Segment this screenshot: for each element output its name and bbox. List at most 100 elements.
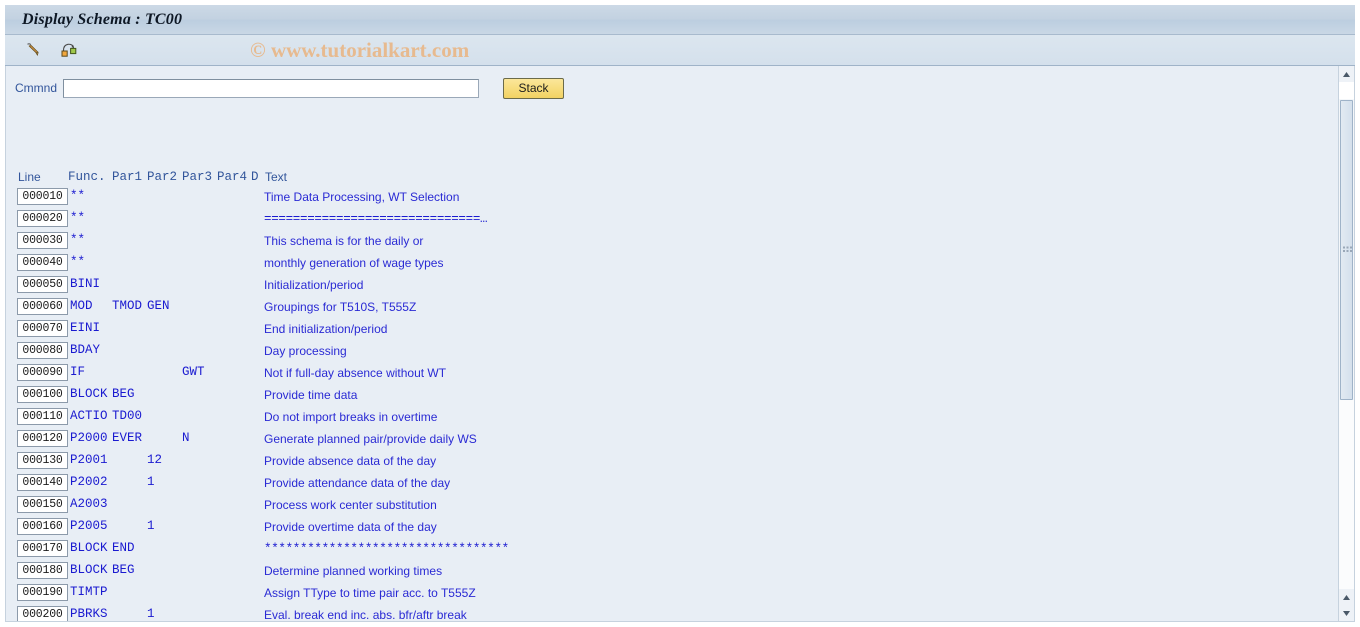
cell-text[interactable]: ==============================… <box>264 212 488 227</box>
command-input[interactable] <box>63 78 479 98</box>
cell-text[interactable]: Eval. break end inc. abs. bfr/aftr break <box>264 608 467 621</box>
cell-par3[interactable]: GWT <box>182 365 205 380</box>
scrollbar-track-lower[interactable] <box>1339 400 1354 589</box>
cell-text[interactable]: Provide time data <box>264 388 357 403</box>
cell-func[interactable]: P2001 <box>70 453 108 468</box>
table-row: P2001 12 Provide absence data of the day <box>6 452 1306 474</box>
cell-func[interactable]: P2005 <box>70 519 108 534</box>
pencil-icon[interactable] <box>21 38 45 62</box>
cell-func[interactable]: BLOCK <box>70 541 108 556</box>
table-row: TIMTP Assign TType to time pair acc. to T… <box>6 584 1306 606</box>
line-number-field[interactable] <box>17 562 68 579</box>
grip-dots-icon <box>1343 246 1352 252</box>
cell-text[interactable]: End initialization/period <box>264 322 387 337</box>
triangle-up-icon <box>1343 594 1350 600</box>
line-number-field[interactable] <box>17 452 68 469</box>
cell-text[interactable]: Not if full-day absence without WT <box>264 366 446 381</box>
cell-par3[interactable]: N <box>182 431 190 446</box>
cell-par2[interactable]: 1 <box>147 607 155 621</box>
cell-text[interactable]: Time Data Processing, WT Selection <box>264 190 459 205</box>
column-header-text: Text <box>265 170 288 184</box>
cell-par1[interactable]: BEG <box>112 387 135 402</box>
cell-par2[interactable]: 1 <box>147 519 155 534</box>
cell-text[interactable]: Groupings for T510S, T555Z <box>264 300 416 315</box>
cell-func[interactable]: ** <box>70 233 85 248</box>
line-number-field[interactable] <box>17 474 68 491</box>
line-number-field[interactable] <box>17 496 68 513</box>
cell-func[interactable]: PBRKS <box>70 607 108 621</box>
cell-text[interactable]: This schema is for the daily or <box>264 234 423 249</box>
line-number-field[interactable] <box>17 386 68 403</box>
cell-text[interactable]: Process work center substitution <box>264 498 437 513</box>
cell-func[interactable]: BINI <box>70 277 100 292</box>
cell-func[interactable]: BDAY <box>70 343 100 358</box>
cell-par1[interactable]: BEG <box>112 563 135 578</box>
cell-text[interactable]: Assign TType to time pair acc. to T555Z <box>264 586 476 601</box>
column-header-func: Func. <box>68 170 106 184</box>
line-number-field[interactable] <box>17 606 68 621</box>
cell-func[interactable]: ** <box>70 211 85 226</box>
cell-par1[interactable]: TMOD <box>112 299 142 314</box>
table-row: P2002 1 Provide attendance data of the day <box>6 474 1306 496</box>
column-header-par2: Par2 <box>147 170 178 184</box>
scroll-up-button-bottom[interactable] <box>1339 589 1354 605</box>
cell-text[interactable]: Generate planned pair/provide daily WS <box>264 432 477 447</box>
cell-func[interactable]: A2003 <box>70 497 108 512</box>
cell-func[interactable]: MOD <box>70 299 93 314</box>
cell-text[interactable]: Provide attendance data of the day <box>264 476 450 491</box>
stack-button[interactable]: Stack <box>503 77 564 99</box>
table-row: BDAY Day processing <box>6 342 1306 364</box>
triangle-down-icon <box>1343 610 1350 616</box>
scrollbar-thumb[interactable] <box>1340 100 1353 400</box>
table-row: ** Time Data Processing, WT Selection <box>6 188 1306 210</box>
column-header-par1: Par1 <box>112 170 143 184</box>
cell-text[interactable]: Provide overtime data of the day <box>264 520 437 535</box>
line-number-field[interactable] <box>17 320 68 337</box>
line-number-field[interactable] <box>17 584 68 601</box>
cell-par2[interactable]: GEN <box>147 299 170 314</box>
line-number-field[interactable] <box>17 342 68 359</box>
cell-par1[interactable]: EVER <box>112 431 142 446</box>
column-header-par4: Par4 <box>217 170 248 184</box>
cell-text[interactable]: Provide absence data of the day <box>264 454 436 469</box>
cell-par1[interactable]: TD00 <box>112 409 142 424</box>
cell-func[interactable]: ** <box>70 189 85 204</box>
line-number-field[interactable] <box>17 210 68 227</box>
cell-par2[interactable]: 1 <box>147 475 155 490</box>
cell-func[interactable]: P2000 <box>70 431 108 446</box>
cell-text[interactable]: ********************************** <box>264 542 509 557</box>
line-number-field[interactable] <box>17 518 68 535</box>
cell-func[interactable]: IF <box>70 365 85 380</box>
line-number-field[interactable] <box>17 430 68 447</box>
cell-par2[interactable]: 12 <box>147 453 162 468</box>
cell-func[interactable]: TIMTP <box>70 585 108 600</box>
line-number-field[interactable] <box>17 408 68 425</box>
cell-func[interactable]: BLOCK <box>70 387 108 402</box>
cell-text[interactable]: Day processing <box>264 344 347 359</box>
cell-text[interactable]: Do not import breaks in overtime <box>264 410 437 425</box>
cell-text[interactable]: monthly generation of wage types <box>264 256 443 271</box>
line-number-field[interactable] <box>17 364 68 381</box>
table-row: ** This schema is for the daily or <box>6 232 1306 254</box>
line-number-field[interactable] <box>17 254 68 271</box>
cell-func[interactable]: BLOCK <box>70 563 108 578</box>
cell-text[interactable]: Determine planned working times <box>264 564 442 579</box>
cell-func[interactable]: P2002 <box>70 475 108 490</box>
cell-text[interactable]: Initialization/period <box>264 278 363 293</box>
line-number-field[interactable] <box>17 276 68 293</box>
application-toolbar <box>5 35 1355 66</box>
scroll-down-button[interactable] <box>1339 605 1354 621</box>
line-number-field[interactable] <box>17 540 68 557</box>
node-hierarchy-icon[interactable] <box>57 38 81 62</box>
line-number-field[interactable] <box>17 298 68 315</box>
triangle-up-icon <box>1343 71 1350 77</box>
cell-func[interactable]: EINI <box>70 321 100 336</box>
line-number-field[interactable] <box>17 188 68 205</box>
scroll-up-button[interactable] <box>1339 66 1354 82</box>
table-row: P2000 EVER N Generate planned pair/provide … <box>6 430 1306 452</box>
cell-func[interactable]: ACTIO <box>70 409 108 424</box>
vertical-scrollbar[interactable] <box>1338 66 1354 621</box>
line-number-field[interactable] <box>17 232 68 249</box>
cell-par1[interactable]: END <box>112 541 135 556</box>
cell-func[interactable]: ** <box>70 255 85 270</box>
